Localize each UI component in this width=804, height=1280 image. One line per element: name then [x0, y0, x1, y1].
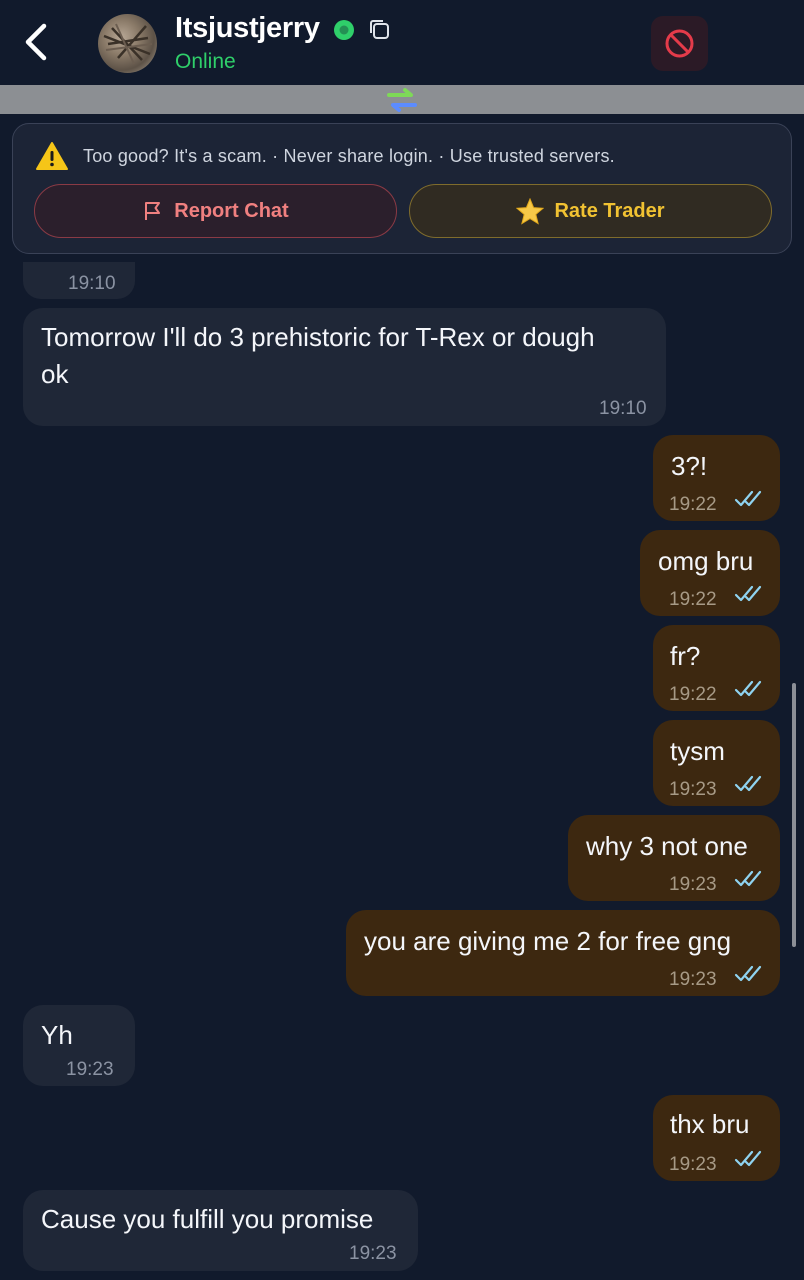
online-status: Online: [175, 50, 236, 73]
message-text: omg bru: [658, 546, 754, 576]
message-bubble-outgoing[interactable]: tysm 19:23: [653, 720, 780, 806]
trade-divider-bar: [0, 85, 804, 114]
message-text: Yh: [41, 1020, 73, 1050]
message-text: thx bru: [670, 1109, 750, 1139]
message-bubble-outgoing[interactable]: thx bru 19:23: [653, 1095, 780, 1181]
read-receipt-icon: [734, 965, 762, 982]
message-text: 3?!: [671, 451, 708, 481]
message-time: 19:22: [669, 589, 717, 610]
warning-icon: [36, 142, 68, 170]
chevron-left-icon: [25, 23, 47, 61]
safety-warning-panel: Too good? It's a scam. · Never share log…: [12, 123, 792, 254]
message-time: 19:10: [599, 398, 647, 419]
message-text: fr?: [670, 641, 701, 671]
star-icon: [516, 197, 545, 225]
message-bubble-outgoing[interactable]: fr? 19:22: [653, 625, 780, 711]
read-receipt-icon: [734, 1150, 762, 1167]
rate-trader-label: Rate Trader: [554, 199, 665, 222]
read-receipt-icon: [734, 775, 762, 792]
message-time: 19:23: [669, 874, 717, 895]
copy-icon[interactable]: [368, 18, 391, 41]
rate-trader-button[interactable]: Rate Trader: [409, 184, 772, 238]
message-time: 19:23: [669, 779, 717, 800]
avatar[interactable]: [98, 14, 157, 73]
message-bubble-incoming[interactable]: 19:10: [23, 262, 135, 299]
block-user-button[interactable]: [651, 16, 708, 71]
message-time: 19:23: [349, 1243, 397, 1264]
contact-name: Itsjustjerry: [175, 12, 320, 44]
swap-arrows-icon[interactable]: [385, 87, 419, 113]
read-receipt-icon: [734, 490, 762, 507]
message-text-line2: ok: [41, 359, 69, 389]
read-receipt-icon: [734, 585, 762, 602]
report-chat-label: Report Chat: [174, 199, 289, 222]
back-button[interactable]: [20, 22, 56, 62]
message-bubble-incoming[interactable]: Tomorrow I'll do 3 prehistoric for T-Rex…: [23, 308, 666, 426]
message-time: 19:22: [669, 684, 717, 705]
message-text: why 3 not one: [586, 831, 748, 861]
avatar-image: [103, 23, 153, 65]
message-time: 19:22: [669, 494, 717, 515]
message-bubble-incoming[interactable]: Yh 19:23: [23, 1005, 135, 1086]
chat-header: Itsjustjerry Online: [0, 0, 804, 85]
chat-scrollbar[interactable]: [792, 683, 796, 947]
safety-warning-text: Too good? It's a scam. · Never share log…: [83, 146, 615, 166]
block-icon: [665, 29, 694, 58]
report-chat-button[interactable]: Report Chat: [34, 184, 397, 238]
read-receipt-icon: [734, 870, 762, 887]
message-text: tysm: [670, 736, 725, 766]
message-text: you are giving me 2 for free gng: [364, 926, 732, 956]
verified-icon: [334, 20, 354, 40]
message-text: Tomorrow I'll do 3 prehistoric for T-Rex…: [41, 322, 595, 352]
read-receipt-icon: [734, 680, 762, 697]
message-time: 19:23: [669, 1154, 717, 1175]
message-time: 19:23: [66, 1059, 114, 1080]
message-bubble-outgoing[interactable]: omg bru 19:22: [640, 530, 780, 616]
flag-icon: [145, 202, 161, 220]
message-bubble-incoming[interactable]: Cause you fulfill you promise 19:23: [23, 1190, 418, 1271]
message-time: 19:10: [68, 273, 116, 294]
message-bubble-outgoing[interactable]: why 3 not one 19:23: [568, 815, 780, 901]
message-bubble-outgoing[interactable]: you are giving me 2 for free gng 19:23: [346, 910, 780, 996]
message-text: Cause you fulfill you promise: [41, 1204, 374, 1234]
message-time: 19:23: [669, 969, 717, 990]
message-bubble-outgoing[interactable]: 3?! 19:22: [653, 435, 780, 521]
